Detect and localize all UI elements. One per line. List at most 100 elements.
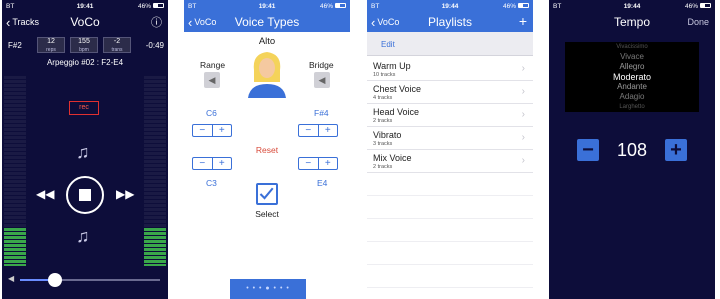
list-item[interactable]: Mix Voice 2 tracks › (367, 150, 533, 173)
battery-percent: 46% (685, 2, 699, 10)
fast-forward-icon[interactable]: ▶▶ (116, 187, 134, 201)
empty-row (367, 219, 533, 242)
picker-selected-option[interactable]: Moderato (565, 72, 699, 82)
battery-icon (518, 3, 530, 9)
bpm-label: bpm (79, 47, 89, 53)
status-bar: BT 19:44 46% (549, 0, 715, 12)
bridge-low-note: E4 (317, 178, 328, 188)
bpm-value: 155 (78, 38, 90, 45)
bpm-control[interactable]: 155 bpm (70, 37, 98, 53)
list-item[interactable]: Vibrato 3 tracks › (367, 127, 533, 150)
picker-option[interactable]: Larghetto (565, 102, 699, 112)
clock: 19:44 (441, 2, 459, 10)
reps-value: 12 (47, 38, 55, 45)
clock: 19:41 (76, 2, 94, 10)
nav-bar: ‹ Tracks VoCo ⓘ (2, 12, 168, 32)
reps-control[interactable]: 12 reps (37, 37, 65, 53)
right-level-meter (144, 76, 166, 266)
volume-slider-thumb[interactable] (48, 273, 62, 287)
increment-icon[interactable]: + (319, 158, 338, 169)
back-button[interactable]: ‹ Tracks (6, 15, 39, 30)
track-count: 10 tracks (373, 72, 396, 78)
playlists-screen: BT 19:44 46% ‹ VoCo Playlists + Edit War… (367, 0, 533, 299)
voice-types-screen: BT 19:41 46% ‹ VoCo Voice Types Alto Ran… (184, 0, 350, 299)
carrier-label: BT (553, 2, 562, 10)
done-button[interactable]: Done (687, 17, 709, 27)
range-label: Range (200, 60, 226, 70)
playlist-name: Mix Voice (373, 153, 412, 163)
back-label: VoCo (194, 17, 217, 27)
carrier-label: BT (188, 2, 197, 10)
nav-bar: ‹ VoCo Playlists + (367, 12, 533, 32)
decrement-icon[interactable]: − (193, 158, 213, 169)
info-icon[interactable]: ⓘ (151, 14, 162, 30)
stop-icon (79, 189, 91, 201)
track-count: 2 tracks (373, 164, 393, 170)
playlist-name: Head Voice (373, 107, 420, 117)
status-bar: BT 19:41 46% (184, 0, 350, 12)
back-chevron-icon: ‹ (371, 14, 376, 30)
add-playlist-button[interactable]: + (519, 13, 527, 29)
increment-icon[interactable]: + (213, 158, 232, 169)
chevron-right-icon: › (521, 109, 525, 120)
picker-option[interactable]: Vivacissimo (565, 42, 699, 52)
reset-button[interactable]: Reset (184, 145, 350, 155)
voice-type-label: Alto (258, 36, 276, 47)
range-high-stepper[interactable]: − + (192, 124, 232, 137)
bridge-high-stepper[interactable]: − + (298, 124, 338, 137)
picker-option[interactable]: Adagio (565, 92, 699, 102)
list-item[interactable]: Warm Up 10 tracks › (367, 58, 533, 81)
speaker-icon: ◀ (8, 274, 15, 283)
decrement-icon[interactable]: − (299, 125, 319, 136)
tempo-value: 108 (616, 140, 648, 160)
edit-button[interactable]: Edit (381, 40, 395, 49)
stop-button[interactable] (66, 176, 104, 214)
rewind-icon[interactable]: ◀◀ (36, 187, 54, 201)
increment-icon[interactable]: + (319, 125, 338, 136)
track-count: 2 tracks (373, 118, 393, 124)
track-count: 4 tracks (373, 95, 393, 101)
tempo-picker[interactable]: Vivacissimo Vivace Allegro Moderato Anda… (565, 42, 699, 112)
back-button[interactable]: ‹ VoCo (188, 15, 216, 30)
range-low-stepper[interactable]: − + (192, 157, 232, 170)
picker-option[interactable]: Andante (565, 82, 699, 92)
music-notes-icon[interactable]: ♫ (76, 142, 90, 163)
trans-value: -2 (113, 38, 121, 45)
battery-percent: 46% (503, 2, 517, 10)
carrier-label: BT (6, 2, 15, 10)
transpose-control[interactable]: -2 trans (103, 37, 131, 53)
bridge-high-note: F#4 (314, 108, 329, 118)
back-chevron-icon: ‹ (6, 14, 11, 30)
page-indicator[interactable]: • • • ● • • • (230, 279, 306, 299)
music-notes-icon[interactable]: ♫ (76, 226, 90, 247)
empty-row (367, 265, 533, 288)
bridge-speaker-icon[interactable]: ◀ (314, 72, 330, 88)
picker-option[interactable]: Vivace (565, 52, 699, 62)
battery-icon (700, 3, 712, 9)
back-label: VoCo (377, 17, 400, 27)
playlist-list: Warm Up 10 tracks › Chest Voice 4 tracks… (367, 58, 533, 288)
back-button[interactable]: ‹ VoCo (371, 15, 399, 30)
empty-row (367, 242, 533, 265)
picker-option[interactable]: Allegro (565, 62, 699, 72)
battery-percent: 46% (320, 2, 334, 10)
decrement-icon[interactable]: − (299, 158, 319, 169)
checkmark-icon (259, 187, 274, 200)
list-item[interactable]: Chest Voice 4 tracks › (367, 81, 533, 104)
params-row: F#2 12 reps 155 bpm -2 trans -0:49 (2, 37, 168, 53)
nav-bar: ‹ VoCo Voice Types (184, 12, 350, 32)
status-bar: BT 19:44 46% (367, 0, 533, 12)
battery-percent: 46% (138, 2, 152, 10)
list-item[interactable]: Head Voice 2 tracks › (367, 104, 533, 127)
clock: 19:44 (623, 2, 641, 10)
record-button[interactable]: rec (69, 101, 99, 115)
range-speaker-icon[interactable]: ◀ (204, 72, 220, 88)
select-checkbox[interactable] (256, 183, 278, 205)
decrement-icon[interactable]: − (193, 125, 213, 136)
bridge-low-stepper[interactable]: − + (298, 157, 338, 170)
chevron-right-icon: › (521, 155, 525, 166)
increment-icon[interactable]: + (213, 125, 232, 136)
tempo-increase-button[interactable]: + (665, 139, 687, 161)
current-note: F#2 (8, 41, 22, 50)
volume-slider[interactable] (20, 273, 160, 287)
